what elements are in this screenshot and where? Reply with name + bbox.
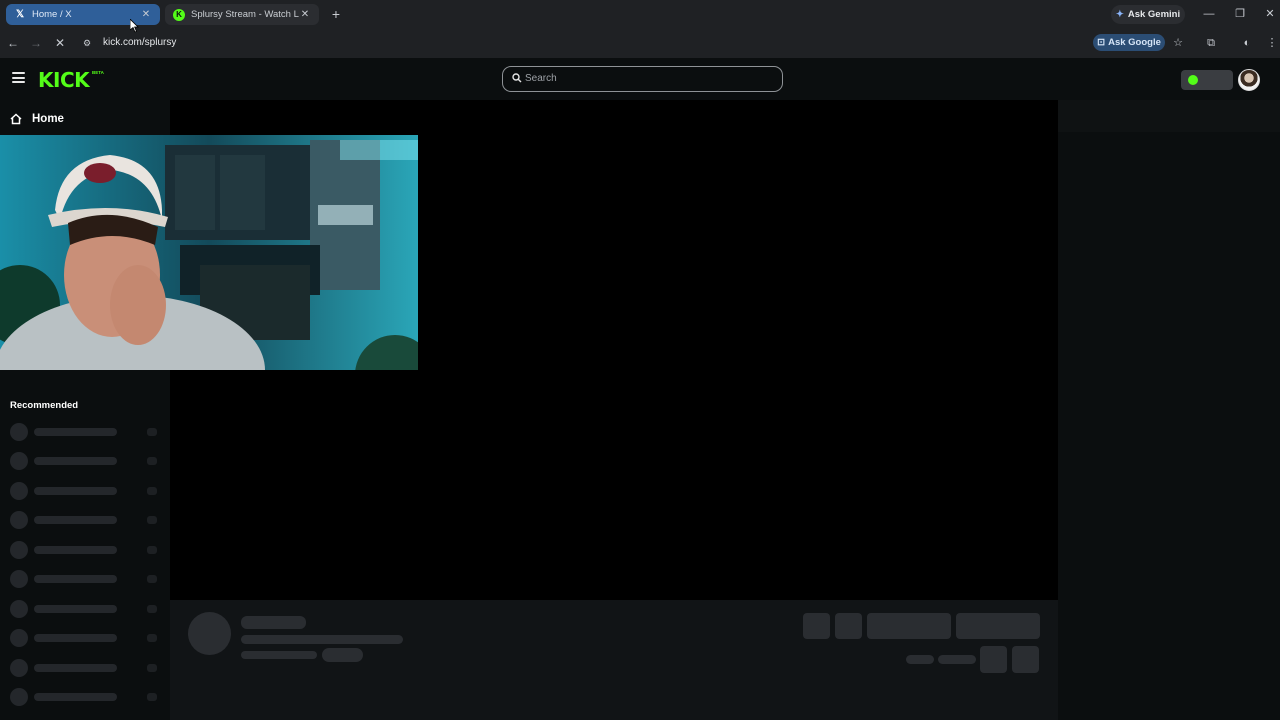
channel-info-placeholder: [170, 600, 1058, 720]
sidebar-item-label: Home: [32, 113, 64, 125]
uptime-skeleton: [938, 655, 976, 664]
forward-button[interactable]: →: [27, 34, 45, 52]
search-placeholder: Search: [525, 73, 557, 84]
mouse-cursor-icon: [130, 19, 139, 33]
share-button-skeleton: [980, 646, 1007, 673]
hamburger-menu-icon[interactable]: [12, 72, 25, 83]
webcam-stream-frame: [0, 135, 418, 370]
bookmark-star-icon[interactable]: ☆: [1170, 35, 1186, 51]
kick-status-icon: [1188, 75, 1198, 85]
close-window-button[interactable]: ✕: [1260, 5, 1280, 23]
kick-favicon-icon: K: [173, 8, 185, 21]
extension-icon[interactable]: ◐: [1239, 35, 1255, 51]
ask-google-label: Ask Google: [1108, 37, 1161, 48]
list-item[interactable]: [10, 481, 160, 501]
tab-title: Home / X: [32, 9, 72, 20]
action-button-skeleton: [835, 613, 862, 639]
go-live-button[interactable]: [1181, 70, 1233, 90]
stream-title-skeleton: [241, 635, 403, 644]
list-item[interactable]: [10, 451, 160, 471]
url-text[interactable]: kick.com/splursy: [103, 37, 176, 48]
address-bar[interactable]: ⚙ kick.com/splursy: [78, 32, 1180, 55]
category-skeleton: [241, 651, 317, 659]
more-button-skeleton: [1012, 646, 1039, 673]
stop-loading-button[interactable]: ✕: [51, 34, 69, 52]
list-item[interactable]: [10, 510, 160, 530]
menu-kebab-icon[interactable]: ⋮: [1264, 35, 1280, 51]
list-item[interactable]: [10, 687, 160, 707]
minimize-button[interactable]: —: [1199, 5, 1219, 23]
back-button[interactable]: ←: [4, 34, 22, 52]
ask-google-button[interactable]: ⊡ Ask Google: [1093, 34, 1165, 51]
google-lens-icon: ⊡: [1097, 37, 1106, 48]
list-item[interactable]: [10, 658, 160, 678]
browser-tab-bar: 𝕏 Home / X ✕ K Splursy Stream - Watch Li…: [0, 0, 1280, 29]
tab-splursy-stream[interactable]: K Splursy Stream - Watch Live on Kick ✕: [165, 4, 319, 25]
viewer-count-skeleton: [906, 655, 934, 664]
channel-name-skeleton: [241, 616, 306, 629]
kick-header: KICK BETA Search: [0, 58, 1280, 100]
sidebar-item-home[interactable]: Home: [10, 113, 64, 125]
ask-gemini-button[interactable]: ✦ Ask Gemini: [1111, 5, 1185, 24]
tag-skeleton: [322, 648, 363, 662]
gemini-spark-icon: ✦: [1115, 9, 1124, 20]
avatar[interactable]: [1238, 69, 1260, 91]
cast-icon[interactable]: ⧉: [1203, 35, 1219, 51]
list-item[interactable]: [10, 422, 160, 442]
search-icon: [512, 73, 522, 83]
picture-in-picture-video[interactable]: [0, 135, 418, 370]
restore-button[interactable]: ❐: [1230, 5, 1250, 23]
tab-title: Splursy Stream - Watch Live on Kick: [191, 9, 299, 20]
beta-badge: BETA: [92, 70, 104, 75]
kick-logo[interactable]: KICK: [38, 68, 90, 92]
x-logo-icon: 𝕏: [15, 9, 25, 20]
search-input[interactable]: Search: [502, 66, 783, 92]
new-tab-button[interactable]: +: [327, 5, 345, 23]
home-icon: [10, 113, 22, 125]
chat-header-placeholder: [1058, 100, 1280, 132]
list-item[interactable]: [10, 628, 160, 648]
ask-gemini-label: Ask Gemini: [1127, 9, 1181, 20]
list-item[interactable]: [10, 599, 160, 619]
channel-avatar-skeleton: [188, 612, 231, 655]
site-settings-icon[interactable]: ⚙: [83, 37, 95, 49]
list-item[interactable]: [10, 540, 160, 560]
list-item[interactable]: [10, 569, 160, 589]
browser-toolbar: ← → ✕ ⚙ kick.com/splursy: [0, 29, 1280, 58]
close-icon[interactable]: ✕: [299, 9, 311, 20]
close-icon[interactable]: ✕: [140, 9, 152, 20]
subscribe-button-skeleton: [956, 613, 1040, 639]
action-button-skeleton: [803, 613, 830, 639]
follow-button-skeleton: [867, 613, 951, 639]
recommended-heading: Recommended: [10, 400, 79, 411]
